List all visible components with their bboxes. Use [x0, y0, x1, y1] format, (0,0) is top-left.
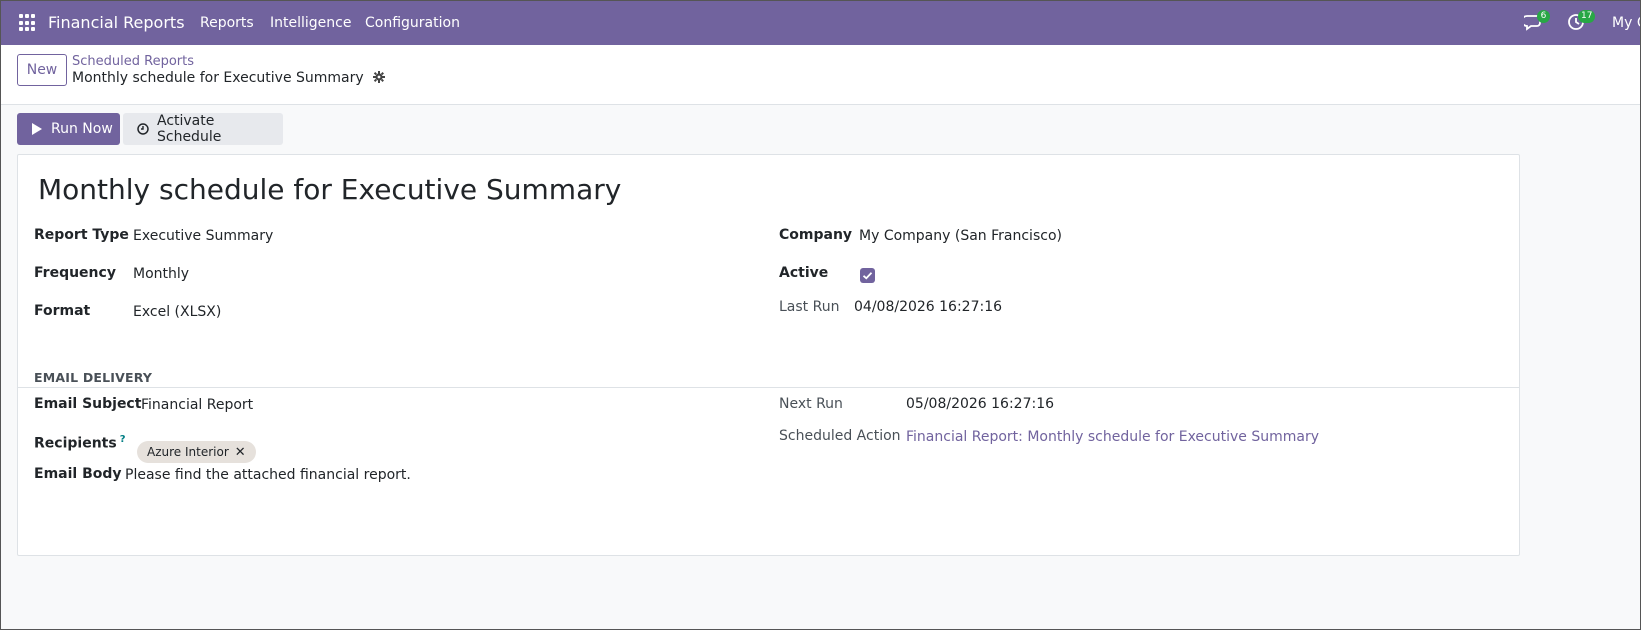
help-icon[interactable]: ? [120, 434, 126, 445]
gear-icon[interactable] [373, 71, 386, 83]
breadcrumb-current: Monthly schedule for Executive Summary [72, 70, 386, 86]
breadcrumb-scheduled-reports[interactable]: Scheduled Reports [72, 54, 194, 69]
format-field[interactable]: Excel (XLSX) [133, 304, 221, 320]
company-label: Company [779, 227, 853, 243]
email-body-field[interactable]: Please find the attached financial repor… [125, 467, 411, 483]
report-type-label: Report Type [34, 227, 129, 243]
app-brand[interactable]: Financial Reports [48, 13, 185, 32]
remove-tag-icon[interactable]: ✕ [235, 445, 246, 460]
menu-reports[interactable]: Reports [200, 15, 254, 31]
menu-intelligence[interactable]: Intelligence [270, 15, 351, 31]
page: Financial Reports Reports Intelligence C… [0, 0, 1641, 630]
frequency-field[interactable]: Monthly [133, 266, 189, 282]
activate-schedule-label: Activate Schedule [156, 113, 222, 145]
format-label: Format [34, 303, 91, 319]
apps-menu-icon[interactable] [19, 14, 37, 32]
menu-configuration[interactable]: Configuration [365, 15, 460, 31]
recipients-label: Recipients? [34, 434, 126, 452]
messages-badge: 6 [1537, 10, 1550, 23]
next-run-value: 05/08/2026 16:27:16 [906, 396, 1055, 412]
control-panel: New Scheduled Reports Monthly schedule f… [1, 45, 1640, 105]
recipient-tag-label: Azure Interior [147, 445, 229, 459]
company-field[interactable]: My Company (San Francisco) [859, 228, 1062, 244]
check-icon [862, 272, 873, 280]
scheduled-action-link[interactable]: Financial Report: Monthly schedule for E… [906, 429, 1319, 445]
scheduled-action-label: Scheduled Action [779, 428, 901, 444]
clock-icon [137, 123, 149, 135]
activities-badge: 17 [1578, 10, 1596, 23]
email-body-label: Email Body [34, 466, 122, 482]
active-label: Active [779, 265, 829, 281]
form-sheet: Monthly schedule for Executive Summary R… [17, 154, 1520, 556]
record-title[interactable]: Monthly schedule for Executive Summary [38, 173, 621, 206]
recipient-tag[interactable]: Azure Interior ✕ [137, 441, 256, 463]
report-type-field[interactable]: Executive Summary [133, 228, 273, 244]
run-now-button[interactable]: Run Now [17, 113, 120, 145]
new-button[interactable]: New [17, 54, 67, 86]
top-navbar: Financial Reports Reports Intelligence C… [1, 1, 1640, 45]
next-run-label: Next Run [779, 396, 843, 412]
active-checkbox[interactable] [860, 268, 875, 283]
user-menu[interactable]: My C [1612, 15, 1640, 31]
last-run-value: 04/08/2026 16:27:16 [854, 299, 1003, 315]
activate-schedule-button[interactable]: Activate Schedule [123, 113, 283, 145]
email-delivery-section-title: EMAIL DELIVERY [34, 370, 153, 385]
email-subject-label: Email Subject [34, 396, 142, 412]
frequency-label: Frequency [34, 265, 116, 281]
section-divider [18, 387, 1519, 388]
last-run-label: Last Run [779, 299, 840, 315]
breadcrumb-current-label: Monthly schedule for Executive Summary [72, 70, 364, 86]
email-subject-field[interactable]: Financial Report [141, 397, 253, 413]
play-icon [32, 123, 42, 135]
run-now-label: Run Now [51, 121, 113, 137]
recipients-label-text: Recipients [34, 435, 117, 452]
